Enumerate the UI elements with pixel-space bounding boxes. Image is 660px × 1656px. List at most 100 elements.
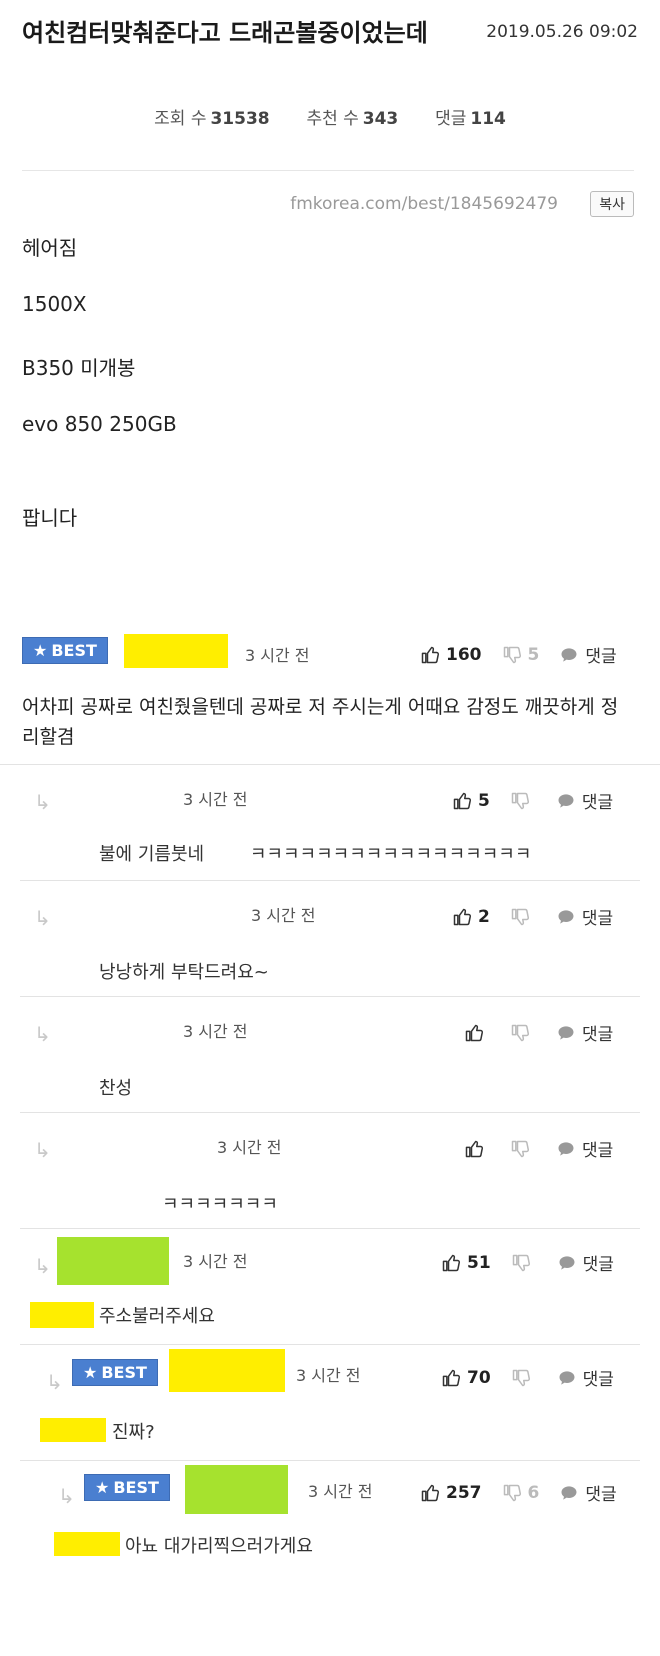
comment-time: 3 시간 전 — [251, 906, 316, 925]
comment-text: 주소불러주세요 — [99, 1306, 215, 1327]
reply-button[interactable]: 댓글 — [582, 1020, 613, 1045]
comment-actions: 160 5 댓글 — [420, 642, 617, 667]
reply-bubble-icon[interactable] — [559, 1483, 579, 1503]
thumb-down-icon[interactable] — [502, 1483, 522, 1503]
best-label: BEST — [51, 641, 97, 660]
star-icon: ★ — [83, 1363, 98, 1382]
reply-button[interactable]: 댓글 — [582, 788, 613, 813]
author-avatar-redacted — [57, 1237, 169, 1285]
author-name-redacted — [124, 634, 228, 668]
best-badge: ★ BEST — [84, 1474, 170, 1501]
comment-divider — [20, 1460, 640, 1461]
post-url[interactable]: fmkorea.com/best/1845692479 — [290, 194, 558, 214]
comment-divider — [0, 764, 660, 765]
views-label: 조회 수 — [154, 109, 207, 129]
reply-button[interactable]: 댓글 — [585, 1480, 616, 1505]
comment-divider — [20, 880, 640, 881]
reply-button[interactable]: 댓글 — [583, 1365, 614, 1390]
reply-bubble-icon[interactable] — [559, 645, 579, 665]
comment-divider — [20, 1228, 640, 1229]
best-badge: ★ BEST — [22, 637, 108, 664]
post-line: evo 850 250GB — [22, 412, 177, 436]
views-count: 31538 — [210, 109, 270, 129]
comment-actions: 댓글 — [464, 1020, 613, 1045]
reply-bubble-icon[interactable] — [556, 1139, 576, 1159]
author-avatar-redacted — [185, 1465, 288, 1514]
thumb-down-icon[interactable] — [511, 1253, 531, 1273]
thumb-down-icon[interactable] — [510, 907, 530, 927]
reply-bubble-icon[interactable] — [556, 907, 576, 927]
thumb-up-icon[interactable] — [452, 791, 472, 811]
comment-actions: 51 댓글 — [441, 1250, 614, 1275]
upvote-count: 70 — [467, 1367, 491, 1388]
thumb-down-icon[interactable] — [511, 1368, 531, 1388]
post-title: 여친컴터맞춰준다고 드래곤볼중이었는데 — [22, 19, 428, 47]
reply-bubble-icon[interactable] — [556, 791, 576, 811]
reply-arrow-icon: ↳ — [34, 1254, 51, 1278]
thumb-down-icon[interactable] — [510, 1023, 530, 1043]
reply-button[interactable]: 댓글 — [583, 1250, 614, 1275]
upvote-count: 5 — [478, 790, 490, 811]
comment-time: 3 시간 전 — [245, 646, 310, 665]
thumb-up-icon[interactable] — [464, 1139, 484, 1159]
likes-label: 추천 수 — [306, 109, 359, 129]
comment-divider — [20, 1112, 640, 1113]
reply-bubble-icon[interactable] — [557, 1368, 577, 1388]
thumb-up-icon[interactable] — [441, 1253, 461, 1273]
upvote-count: 160 — [446, 644, 482, 665]
post-stats: 조회 수 31538 추천 수 343 댓글 114 — [0, 104, 660, 129]
post-line: B350 미개봉 — [22, 356, 136, 380]
upvote-count: 51 — [467, 1252, 491, 1273]
likes-count: 343 — [362, 109, 399, 129]
comment-time: 3 시간 전 — [183, 1022, 248, 1041]
comment-text: ㅋㅋㅋㅋㅋㅋㅋ — [162, 1194, 278, 1215]
comment-actions: 70 댓글 — [441, 1365, 614, 1390]
reply-button[interactable]: 댓글 — [585, 642, 616, 667]
comment-text: 진짜? — [112, 1422, 155, 1443]
reply-arrow-icon: ↳ — [34, 1022, 51, 1046]
copy-url-button[interactable]: 복사 — [590, 191, 634, 217]
comment-time: 3 시간 전 — [183, 790, 248, 809]
comment-actions: 257 6 댓글 — [420, 1480, 617, 1505]
reply-button[interactable]: 댓글 — [582, 1136, 613, 1161]
comment-text: 아뇨 대가리찍으러가게요 — [125, 1536, 313, 1557]
downvote-count: 5 — [527, 644, 540, 665]
comment-actions: 2 댓글 — [452, 904, 613, 929]
reply-arrow-icon: ↳ — [34, 790, 51, 814]
mention-redacted — [30, 1302, 94, 1328]
mention-redacted — [40, 1418, 106, 1442]
post-line: 헤어짐 — [22, 236, 78, 260]
thumb-up-icon[interactable] — [464, 1023, 484, 1043]
comment-actions: 5 댓글 — [452, 788, 613, 813]
thumb-down-icon[interactable] — [502, 645, 522, 665]
comment-text: 어차피 공짜로 여친줬을텐데 공짜로 저 주시는게 어때요 감정도 깨끗하게 정… — [22, 696, 619, 748]
comment-time: 3 시간 전 — [183, 1252, 248, 1271]
reply-button[interactable]: 댓글 — [582, 904, 613, 929]
post-date: 2019.05.26 09:02 — [486, 22, 638, 42]
thumb-up-icon[interactable] — [452, 907, 472, 927]
thumb-down-icon[interactable] — [510, 1139, 530, 1159]
comment-actions: 댓글 — [464, 1136, 613, 1161]
thumb-up-icon[interactable] — [441, 1368, 461, 1388]
star-icon: ★ — [33, 641, 48, 660]
mention-redacted — [54, 1532, 120, 1556]
comments-count: 114 — [470, 109, 506, 129]
downvote-count: 6 — [527, 1482, 540, 1503]
thumb-up-icon[interactable] — [420, 1483, 440, 1503]
thumb-down-icon[interactable] — [510, 791, 530, 811]
comment-text: 낭낭하게 부탁드려요~ — [99, 962, 269, 983]
reply-bubble-icon[interactable] — [557, 1253, 577, 1273]
comment-text: 찬성 — [99, 1078, 133, 1099]
best-badge: ★ BEST — [72, 1359, 158, 1386]
comment-time: 3 시간 전 — [296, 1366, 361, 1385]
best-label: BEST — [113, 1478, 159, 1497]
reply-arrow-icon: ↳ — [34, 1138, 51, 1162]
comment-divider — [20, 996, 640, 997]
reply-arrow-icon: ↳ — [46, 1370, 63, 1394]
reply-arrow-icon: ↳ — [58, 1484, 75, 1508]
thumb-up-icon[interactable] — [420, 645, 440, 665]
star-icon: ★ — [95, 1478, 110, 1497]
post-line: 팝니다 — [22, 506, 78, 530]
upvote-count: 257 — [446, 1482, 482, 1503]
reply-bubble-icon[interactable] — [556, 1023, 576, 1043]
